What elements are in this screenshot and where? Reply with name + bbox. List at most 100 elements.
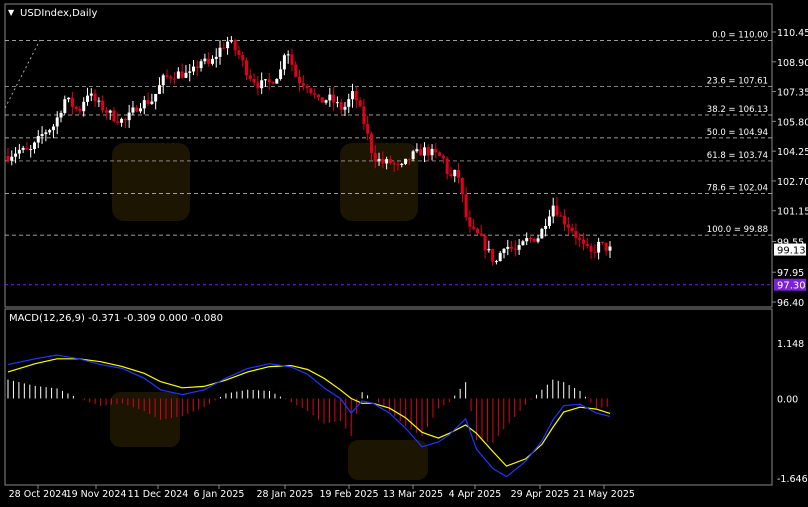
candle-bear xyxy=(396,164,400,166)
candle-bear xyxy=(559,215,563,217)
candle-bull xyxy=(430,148,434,156)
fib-level-label: 78.6 = 102.04 xyxy=(707,184,768,194)
candle-bear xyxy=(207,58,211,64)
candle-bear xyxy=(362,106,366,124)
candle-bull xyxy=(218,47,222,57)
candle-bear xyxy=(301,83,305,86)
candle-bear xyxy=(570,227,574,232)
current-price-tag: 99.13 xyxy=(774,243,806,257)
marker-price-label: 97.30 xyxy=(777,281,806,292)
time-tick-label: 4 Apr 2025 xyxy=(449,489,502,500)
candle-bull xyxy=(324,100,328,103)
price-tick-label: 108.90 xyxy=(777,58,808,69)
candle-bull xyxy=(14,153,18,157)
candle-bear xyxy=(600,241,604,243)
candle-bear xyxy=(294,64,298,77)
macd-histogram xyxy=(7,379,608,443)
candle-bull xyxy=(59,112,63,118)
candle-bull xyxy=(21,147,25,150)
price-tick-label: 110.45 xyxy=(777,28,808,39)
candle-bear xyxy=(475,228,479,234)
macd-title: MACD(12,26,9) -0.371 -0.309 0.000 -0.080 xyxy=(9,313,223,324)
candle-bull xyxy=(275,78,279,84)
candle-bull xyxy=(404,158,408,164)
candle-bear xyxy=(233,40,237,51)
candle-bull xyxy=(279,69,283,79)
candle-bear xyxy=(358,100,362,107)
candle-bear xyxy=(472,226,476,229)
fib-level-label: 38.2 = 106.13 xyxy=(707,105,768,115)
candle-bear xyxy=(116,121,120,123)
candle-bear xyxy=(245,60,249,76)
candle-bear xyxy=(173,78,177,80)
candle-bull xyxy=(260,80,264,89)
candle-bear xyxy=(604,242,608,251)
candle-bull xyxy=(286,54,290,56)
candle-bear xyxy=(392,163,396,165)
candle-bull xyxy=(498,252,502,262)
candle-bear xyxy=(513,248,517,250)
macd-main-line xyxy=(7,354,611,478)
symbol-dropdown-icon[interactable]: ▼ xyxy=(8,8,15,17)
candle-bull xyxy=(51,126,55,131)
candle-bear xyxy=(222,47,226,49)
macd-tick-label: -1.646 xyxy=(777,474,808,485)
candle-bear xyxy=(528,238,532,240)
candle-bear xyxy=(510,246,514,249)
price-tick-label: 96.40 xyxy=(777,298,804,309)
candle-bull xyxy=(89,93,93,96)
candle-bear xyxy=(445,158,449,175)
broker-watermark xyxy=(110,143,428,480)
candle-bear xyxy=(25,147,29,150)
candle-bull xyxy=(150,101,154,104)
candle-bear xyxy=(271,81,275,84)
candle-bull xyxy=(400,163,404,165)
fib-level-label: 50.0 = 104.94 xyxy=(707,128,768,138)
candle-bear xyxy=(256,82,260,89)
candle-bear xyxy=(93,93,97,101)
candle-bear xyxy=(180,71,184,78)
candle-bull xyxy=(210,58,214,64)
candle-bear xyxy=(457,169,461,179)
candle-bull xyxy=(86,95,90,102)
candle-bull xyxy=(184,72,188,78)
candle-bull xyxy=(525,238,529,242)
candle-bear xyxy=(332,94,336,103)
macd-tick-label: 0.00 xyxy=(777,394,798,405)
candle-bear xyxy=(585,243,589,247)
trend-line[interactable] xyxy=(4,39,41,109)
time-tick-label: 19 Nov 2024 xyxy=(66,489,127,500)
candle-bull xyxy=(157,85,161,94)
price-tick-label: 107.35 xyxy=(777,88,808,99)
candle-bull xyxy=(33,142,37,150)
price-tick-label: 101.15 xyxy=(777,207,808,218)
candle-bear xyxy=(70,97,74,107)
candle-bear xyxy=(290,54,294,65)
candle-bear xyxy=(434,148,438,153)
time-tick-label: 6 Jan 2025 xyxy=(194,489,245,500)
candle-bear xyxy=(248,75,252,79)
candle-bear xyxy=(555,205,559,216)
candle-bear xyxy=(237,50,241,55)
time-tick-label: 13 Mar 2025 xyxy=(383,489,443,500)
current-price-label: 99.13 xyxy=(777,246,806,257)
candle-bull xyxy=(142,100,146,109)
candle-bull xyxy=(154,93,158,102)
candle-bull xyxy=(108,110,112,113)
candle-bear xyxy=(479,233,483,236)
candle-bull xyxy=(597,241,601,253)
candle-bull xyxy=(120,118,124,123)
candle-bull xyxy=(192,66,196,72)
chart-svg: 0.0 = 110.00 23.6 = 107.61 38.2 = 106.13 50… xyxy=(4,3,808,500)
candle-bear xyxy=(441,155,445,159)
candle-bear xyxy=(320,97,324,103)
candle-bear xyxy=(563,215,567,225)
candle-bear xyxy=(566,224,570,228)
candle-bear xyxy=(381,158,385,164)
candle-bear xyxy=(426,147,430,156)
candle-bear xyxy=(135,107,139,112)
time-tick-label: 21 May 2025 xyxy=(573,489,635,500)
candle-bull xyxy=(494,261,498,263)
candle-bear xyxy=(169,76,173,79)
candle-bull xyxy=(351,91,355,100)
